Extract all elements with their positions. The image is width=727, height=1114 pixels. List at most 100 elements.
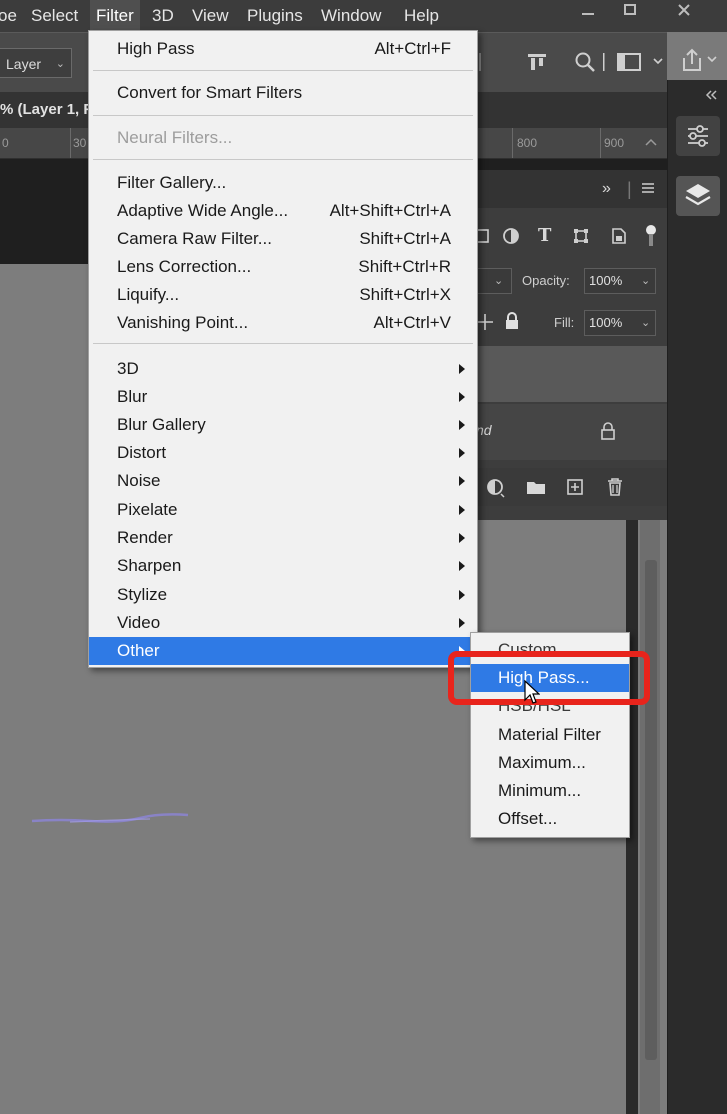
right-panel-strip	[667, 80, 727, 1114]
workspace-icon[interactable]	[616, 51, 642, 79]
menu-item-label: 3D	[117, 359, 139, 378]
menu-item-label: Neural Filters...	[117, 128, 233, 147]
ruler-label: 900	[604, 136, 625, 150]
document-tab-title[interactable]: % (Layer 1, R	[0, 92, 94, 128]
menu-item-shortcut: Shift+Ctrl+A	[359, 229, 451, 248]
new-adjustment-layer-icon[interactable]	[486, 478, 506, 503]
menu-separator	[93, 343, 473, 344]
menu-item-filter-gallery[interactable]: Filter Gallery...	[89, 169, 477, 197]
menu-item-label: Vanishing Point...	[117, 313, 249, 332]
share-icon[interactable]	[680, 48, 720, 79]
menu-item-pixelate[interactable]: Pixelate	[89, 496, 477, 524]
auto-select-target-dropdown[interactable]: Layer ⌄	[0, 48, 72, 78]
menu-item-adaptive-wide-angle[interactable]: Adaptive Wide Angle... Alt+Shift+Ctrl+A	[89, 197, 477, 225]
workspace-chevron-icon[interactable]	[652, 51, 664, 79]
filter-smart-objects-icon[interactable]	[610, 226, 628, 251]
menu-item-vanishing-point[interactable]: Vanishing Point... Alt+Ctrl+V	[89, 309, 477, 337]
menu-item-label: Sharpen	[117, 556, 182, 575]
filter-menu: High Pass Alt+Ctrl+F Convert for Smart F…	[88, 30, 478, 668]
submenu-arrow-icon	[459, 364, 465, 374]
menu-help[interactable]: Help	[398, 0, 445, 32]
submenu-arrow-icon	[459, 448, 465, 458]
new-layer-icon[interactable]	[566, 478, 584, 501]
menu-item-stylize[interactable]: Stylize	[89, 581, 477, 609]
menu-item-label: Convert for Smart Filters	[117, 83, 303, 102]
chevron-up-icon[interactable]	[644, 136, 658, 155]
layer-name: nd	[476, 422, 492, 438]
menu-item-label: Liquify...	[117, 285, 180, 304]
fill-value: 100%	[589, 315, 623, 330]
menu-window[interactable]: Window	[315, 0, 387, 32]
distribute-top-icon[interactable]	[526, 51, 548, 79]
opacity-field[interactable]: 100% ⌄	[584, 268, 656, 294]
menu-item-label: Distort	[117, 443, 167, 462]
layers-panel-button[interactable]	[676, 176, 720, 216]
vertical-scrollbar-thumb[interactable]	[645, 560, 657, 1060]
ruler-label: 0	[2, 136, 9, 150]
menu-plugins[interactable]: Plugins	[241, 0, 309, 32]
trash-icon[interactable]	[606, 477, 624, 502]
filter-type-layers-icon[interactable]: T	[538, 226, 551, 246]
new-group-icon[interactable]	[526, 479, 546, 500]
close-button[interactable]	[662, 0, 706, 26]
search-icon[interactable]	[574, 51, 596, 79]
minimize-button[interactable]	[566, 0, 610, 26]
opacity-label: Opacity:	[522, 273, 570, 288]
layer-row-background[interactable]: nd	[472, 404, 667, 460]
menu-item-liquify[interactable]: Liquify... Shift+Ctrl+X	[89, 281, 477, 309]
menu-item-label: Minimum...	[498, 781, 582, 800]
menu-3d[interactable]: 3D	[146, 0, 180, 32]
align-edge-icon[interactable]	[478, 51, 490, 79]
menu-item-convert-smart-filters[interactable]: Convert for Smart Filters	[89, 79, 477, 107]
menu-file-truncated[interactable]: oe	[0, 0, 23, 32]
double-chevron-right-icon[interactable]: »	[602, 179, 611, 199]
menu-item-distort[interactable]: Distort	[89, 439, 477, 467]
ruler-label: 800	[517, 136, 538, 150]
menu-item-label: Blur	[117, 387, 148, 406]
filter-shape-layers-icon[interactable]	[572, 227, 590, 250]
menu-item-lens-correction[interactable]: Lens Correction... Shift+Ctrl+R	[89, 253, 477, 281]
menu-item-sharpen[interactable]: Sharpen	[89, 552, 477, 580]
panel-menu-icon[interactable]	[640, 181, 656, 200]
submenu-item-maximum[interactable]: Maximum...	[471, 749, 629, 777]
chevron-down-icon: ⌄	[641, 275, 651, 287]
menu-item-label: Lens Correction...	[117, 257, 252, 276]
lock-position-icon[interactable]	[476, 313, 494, 336]
submenu-item-material-filter[interactable]: Material Filter	[471, 721, 629, 749]
layer-row-selected[interactable]	[472, 346, 667, 402]
canvas-stroke-mark	[31, 813, 189, 823]
filter-adjustment-layers-icon[interactable]	[502, 227, 520, 250]
collapse-panels-icon[interactable]	[704, 88, 718, 106]
menu-item-blur[interactable]: Blur	[89, 383, 477, 411]
sliders-icon	[688, 125, 708, 147]
chevron-down-icon: ⌄	[641, 317, 651, 329]
menu-item-blur-gallery[interactable]: Blur Gallery	[89, 411, 477, 439]
blend-mode-dropdown[interactable]: ⌄	[472, 268, 512, 294]
menu-item-other[interactable]: Other	[89, 637, 477, 665]
filter-toggle-icon[interactable]	[644, 224, 658, 253]
submenu-arrow-icon	[459, 618, 465, 628]
menu-item-label: Maximum...	[498, 753, 586, 772]
menu-select[interactable]: Select	[25, 0, 84, 32]
submenu-arrow-icon	[459, 505, 465, 515]
submenu-item-minimum[interactable]: Minimum...	[471, 777, 629, 805]
menu-item-high-pass-last[interactable]: High Pass Alt+Ctrl+F	[89, 35, 477, 63]
lock-all-icon[interactable]	[504, 312, 520, 335]
submenu-arrow-icon	[459, 590, 465, 600]
fill-field[interactable]: 100% ⌄	[584, 310, 656, 336]
menu-item-label: Material Filter	[498, 725, 601, 744]
menu-item-neural-filters: Neural Filters...	[89, 124, 477, 152]
submenu-item-offset[interactable]: Offset...	[471, 805, 629, 833]
layers-panel-header: » |	[472, 170, 667, 208]
menu-item-3d[interactable]: 3D	[89, 355, 477, 383]
menu-filter[interactable]: Filter	[90, 0, 140, 32]
menu-item-video[interactable]: Video	[89, 609, 477, 637]
menu-item-noise[interactable]: Noise	[89, 467, 477, 495]
maximize-button[interactable]	[608, 0, 652, 26]
menu-view[interactable]: View	[186, 0, 235, 32]
menu-item-render[interactable]: Render	[89, 524, 477, 552]
lock-fill-row: Fill: 100% ⌄	[472, 308, 667, 338]
adjustments-panel-button[interactable]	[676, 116, 720, 156]
divider-icon	[602, 51, 606, 79]
menu-item-camera-raw-filter[interactable]: Camera Raw Filter... Shift+Ctrl+A	[89, 225, 477, 253]
